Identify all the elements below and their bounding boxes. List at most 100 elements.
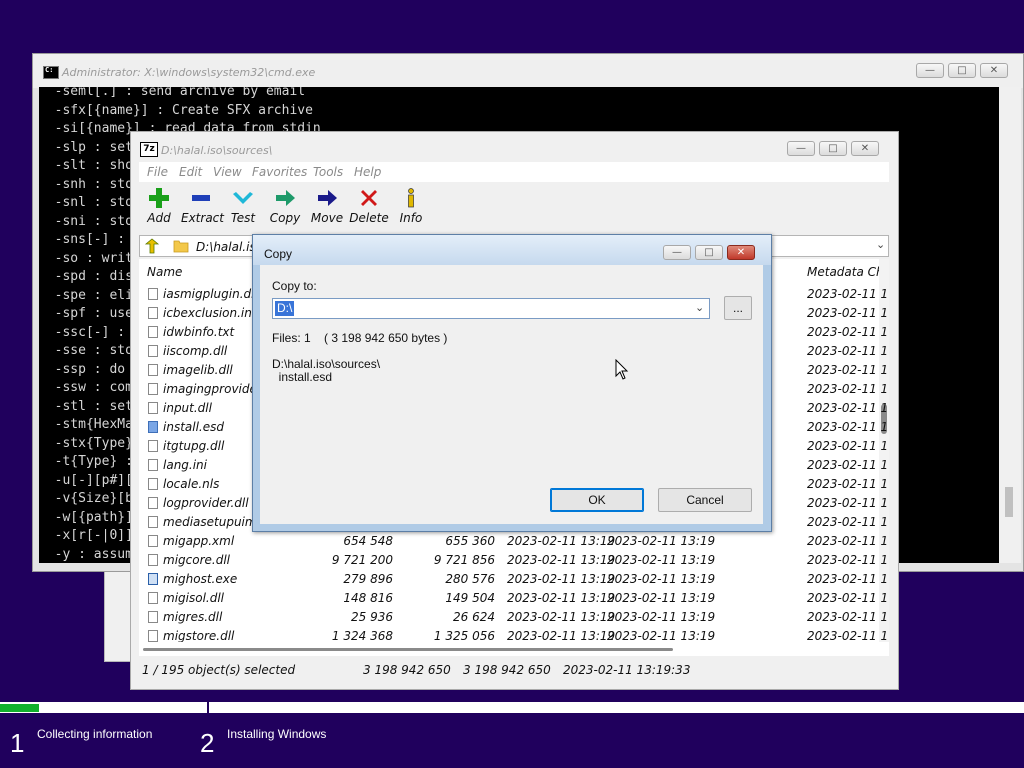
menu-edit[interactable]: Edit: [179, 165, 202, 179]
dialog-titlebar[interactable]: Copy — □ ✕: [253, 235, 771, 265]
dialog-body: Copy to: D:\ ⌄ ... Files: 1 ( 3 198 942 …: [260, 265, 763, 524]
menu-bar: File Edit View Favorites Tools Help: [139, 162, 889, 182]
file-metadata: 2023-02-11 1: [807, 610, 889, 624]
file-metadata: 2023-02-11 1: [807, 629, 889, 642]
minimize-icon: —: [796, 143, 806, 154]
add-button[interactable]: Add: [139, 187, 179, 225]
file-name: idwbinfo.txt: [163, 325, 235, 339]
file-metadata: 2023-02-11 1: [807, 287, 889, 301]
file-metadata: 2023-02-11 1: [807, 382, 889, 396]
close-button[interactable]: ✕: [851, 141, 879, 156]
scrollbar-thumb[interactable]: [1005, 487, 1013, 517]
file-row[interactable]: mighost.exe 279 896 280 576 2023-02-11 13:1…: [139, 570, 889, 589]
step-1-number: 1: [10, 728, 25, 758]
copy-to-value[interactable]: D:\: [275, 301, 295, 316]
copy-button[interactable]: Copy: [265, 187, 305, 225]
file-row[interactable]: migcore.dll 9 721 200 9 721 856 2023-02-11 …: [139, 551, 889, 570]
menu-tools[interactable]: Tools: [313, 165, 343, 179]
file-row[interactable]: migisol.dll 148 816 149 504 2023-02-11 13:1…: [139, 589, 889, 608]
file-row[interactable]: migapp.xml 654 548 655 360 2023-02-11 13:19…: [139, 532, 889, 551]
minus-icon: [192, 195, 210, 201]
setup-progress-track: [0, 702, 1024, 713]
minimize-button[interactable]: —: [663, 245, 691, 260]
file-metadata: 2023-02-11 1: [807, 591, 889, 605]
file-metadata: 2023-02-11 1: [807, 534, 889, 548]
menu-favorites[interactable]: Favorites: [252, 165, 307, 179]
chevron-down-icon[interactable]: ⌄: [876, 238, 885, 251]
file-name: locale.nls: [163, 477, 220, 491]
move-button[interactable]: Move: [307, 187, 347, 225]
file-row[interactable]: migstore.dll 1 324 368 1 325 056 2023-02-11…: [139, 627, 889, 642]
file-size: 9 721 200: [331, 553, 393, 567]
file-size: 279 896: [343, 572, 393, 586]
column-metadata[interactable]: Metadata Ch: [807, 265, 884, 279]
browse-button[interactable]: ...: [724, 296, 752, 320]
file-name: iiscomp.dll: [163, 344, 228, 358]
extract-button[interactable]: Extract: [181, 187, 224, 225]
file-created: 2023-02-11 13:19: [607, 629, 716, 642]
up-folder-icon[interactable]: [144, 238, 160, 254]
file-packed-size: 26 624: [453, 610, 495, 624]
file-modified: 2023-02-11 13:19: [507, 534, 616, 548]
file-icon: [148, 440, 158, 452]
status-bar: 1 / 195 object(s) selected 3 198 942 650…: [139, 660, 889, 680]
menu-file[interactable]: File: [147, 165, 168, 179]
file-name: icbexclusion.inf: [163, 306, 257, 320]
extract-label: Extract: [181, 211, 224, 225]
file-name: install.esd: [163, 420, 224, 434]
maximize-icon: □: [704, 247, 714, 258]
fm-title: D:\halal.iso\sources\: [161, 144, 273, 157]
fm-titlebar[interactable]: 7z D:\halal.iso\sources\ — □ ✕: [131, 132, 898, 162]
file-name: imagelib.dll: [163, 363, 233, 377]
close-button[interactable]: ✕: [727, 245, 755, 260]
maximize-button[interactable]: □: [819, 141, 847, 156]
file-metadata: 2023-02-11 1: [807, 439, 889, 453]
file-modified: 2023-02-11 13:19: [507, 591, 616, 605]
info-icon: [408, 188, 414, 208]
info-button[interactable]: Info: [391, 187, 431, 225]
file-modified: 2023-02-11 13:19: [507, 572, 616, 586]
close-button[interactable]: ✕: [980, 63, 1008, 78]
console-scrollbar[interactable]: [999, 87, 1021, 563]
file-metadata: 2023-02-11 1: [807, 496, 889, 510]
file-icon: [148, 554, 158, 566]
file-icon: [148, 478, 158, 490]
file-icon: [148, 573, 158, 585]
cmd-titlebar[interactable]: Administrator: X:\windows\system32\cmd.e…: [33, 54, 1023, 88]
dialog-title: Copy: [264, 247, 293, 261]
step-divider: [207, 700, 209, 714]
file-row[interactable]: migres.dll 25 936 26 624 2023-02-11 13:19 20…: [139, 608, 889, 627]
chevron-down-icon[interactable]: ⌄: [695, 301, 704, 314]
ok-button[interactable]: OK: [550, 488, 644, 512]
column-name[interactable]: Name: [147, 265, 182, 279]
status-size: 3 198 942 650: [363, 663, 451, 677]
file-metadata: 2023-02-11 1: [807, 477, 889, 491]
minimize-button[interactable]: —: [787, 141, 815, 156]
file-metadata: 2023-02-11 1: [807, 363, 889, 377]
copy-dialog[interactable]: Copy — □ ✕ Copy to: D:\ ⌄ ... Files: 1 (…: [252, 234, 772, 532]
minimize-icon: —: [672, 247, 682, 258]
address-text[interactable]: D:\halal.iso\sources\: [196, 240, 256, 254]
file-icon: [148, 288, 158, 300]
test-button[interactable]: Test: [223, 187, 263, 225]
file-modified: 2023-02-11 13:19: [507, 553, 616, 567]
horizontal-scrollbar[interactable]: [139, 642, 889, 656]
copy-to-combobox[interactable]: D:\ ⌄: [272, 298, 710, 319]
move-label: Move: [310, 211, 344, 225]
cmd-title: Administrator: X:\windows\system32\cmd.e…: [62, 66, 316, 79]
file-name: itgtupg.dll: [163, 439, 225, 453]
maximize-button[interactable]: □: [948, 63, 976, 78]
delete-button[interactable]: Delete: [349, 187, 389, 225]
menu-help[interactable]: Help: [354, 165, 381, 179]
7zip-app-icon: 7z: [140, 142, 158, 157]
file-name: mighost.exe: [163, 572, 238, 586]
minimize-button[interactable]: —: [916, 63, 944, 78]
close-icon: ✕: [989, 65, 999, 76]
file-name: mediasetupuimg: [163, 515, 265, 529]
step-2-label: Installing Windows: [227, 727, 327, 741]
cancel-button[interactable]: Cancel: [658, 488, 752, 512]
menu-view[interactable]: View: [213, 165, 242, 179]
scrollbar-thumb[interactable]: [143, 648, 673, 651]
console-line: -seml[.] : send archive by email: [39, 87, 306, 99]
maximize-button[interactable]: □: [695, 245, 723, 260]
